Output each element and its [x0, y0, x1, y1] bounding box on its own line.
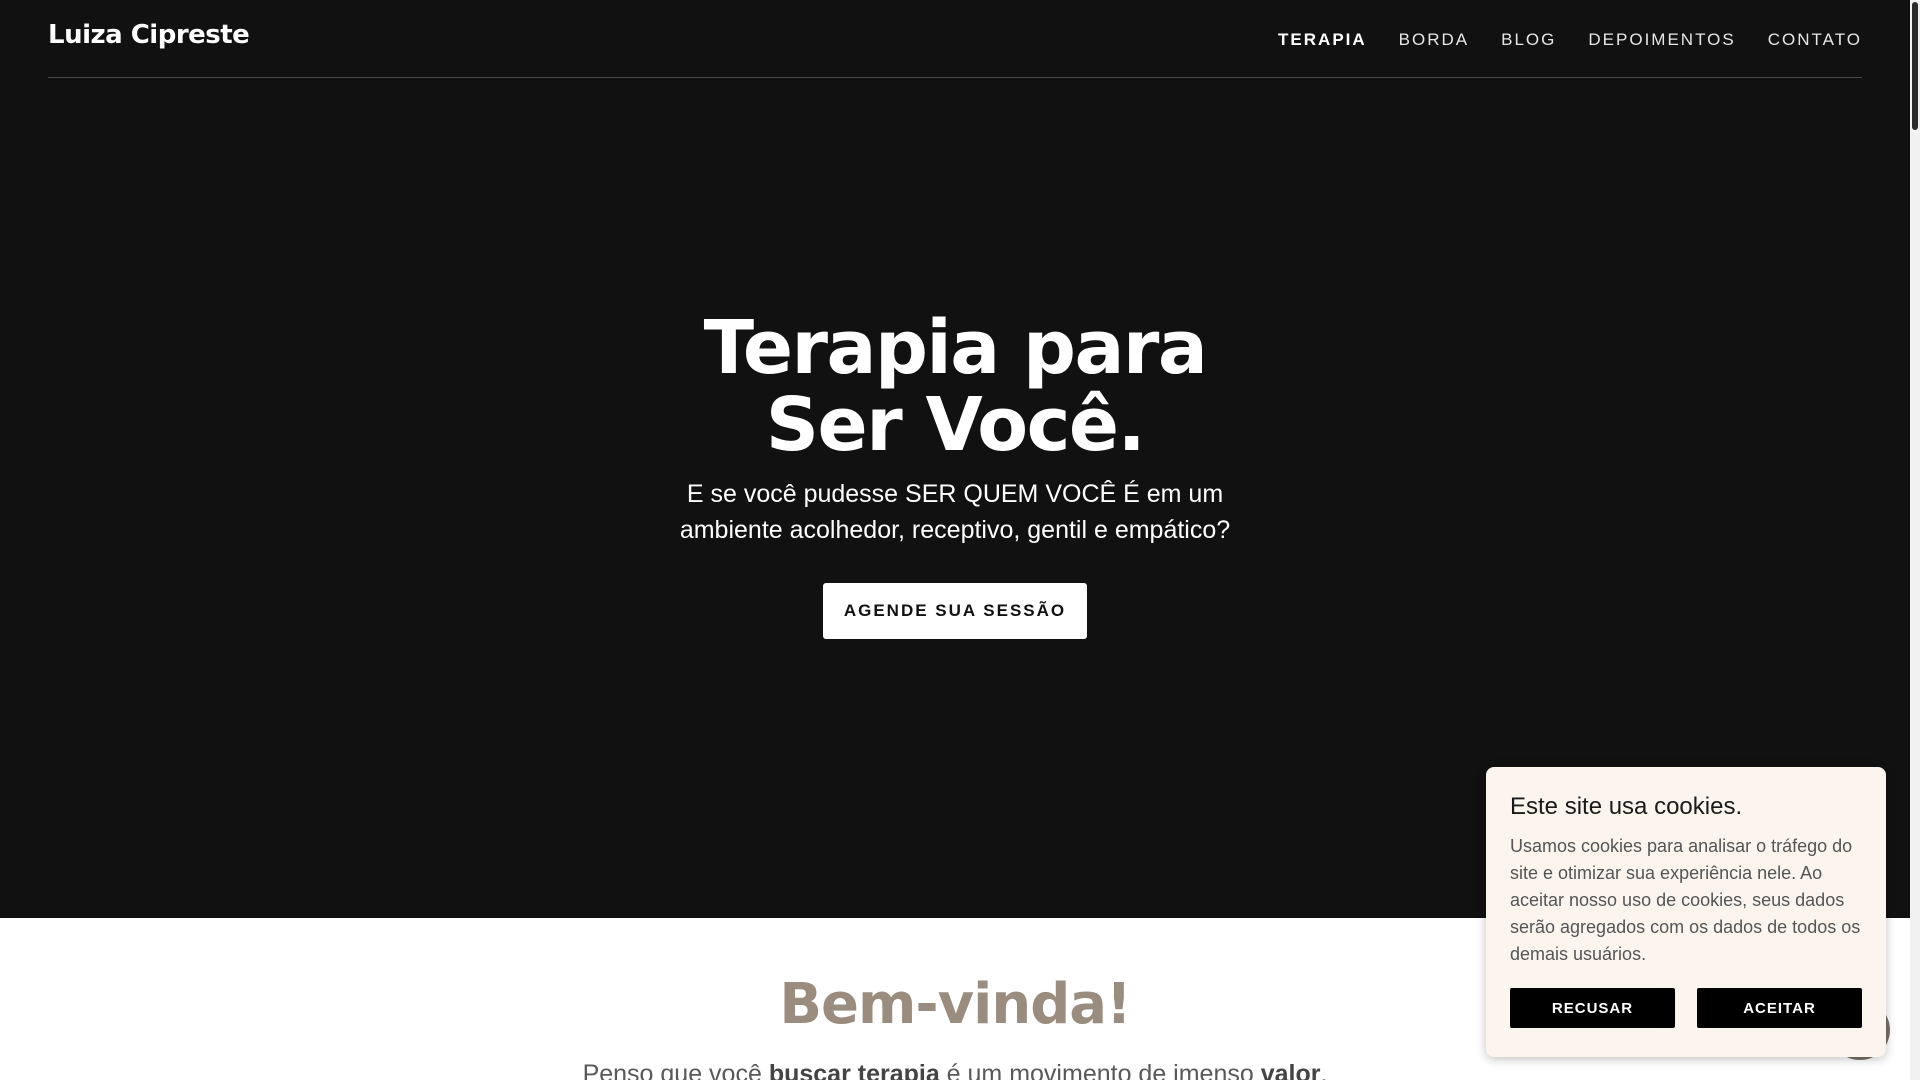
welcome-text-bold1: buscar terapia — [768, 1060, 940, 1080]
welcome-text-bold2: valor — [1260, 1060, 1321, 1080]
decline-cookies-button[interactable]: RECUSAR — [1510, 988, 1675, 1028]
hero-title-line2: Ser Você. — [765, 382, 1146, 468]
cookie-banner: Este site usa cookies. Usamos cookies pa… — [1486, 767, 1886, 1057]
hero-title-line1: Terapia para — [703, 305, 1208, 391]
cookie-banner-title: Este site usa cookies. — [1510, 793, 1743, 820]
nav-item-depoimentos[interactable]: DEPOIMENTOS — [1588, 30, 1735, 50]
site-header: Luiza Cipreste TERAPIA BORDA BLOG DEPOIM… — [48, 0, 1862, 78]
welcome-text-part1: Penso que você — [582, 1060, 769, 1080]
hero-title: Terapia para Ser Você. — [575, 310, 1335, 464]
page-scrollbar[interactable] — [1910, 0, 1920, 1080]
welcome-text: Penso que você buscar terapia é um movim… — [0, 1060, 1910, 1080]
hero-subtitle: E se você pudesse SER QUEM VOCÊ É em um … — [679, 480, 1231, 544]
accept-cookies-button[interactable]: ACEITAR — [1697, 988, 1862, 1028]
schedule-session-button[interactable]: AGENDE SUA SESSÃO — [823, 583, 1087, 639]
welcome-text-part2: é um movimento de imenso — [939, 1060, 1261, 1080]
hero-content: Terapia para Ser Você. E se você pudesse… — [0, 310, 1910, 639]
nav-item-blog[interactable]: BLOG — [1501, 30, 1556, 50]
cookie-banner-text: Usamos cookies para analisar o tráfego d… — [1510, 836, 1861, 964]
nav-item-terapia[interactable]: TERAPIA — [1278, 30, 1367, 50]
scrollbar-thumb[interactable] — [1912, 2, 1918, 130]
cookie-banner-actions: RECUSAR ACEITAR — [1510, 988, 1862, 1028]
welcome-text-part3: . — [1320, 1060, 1328, 1080]
site-logo[interactable]: Luiza Cipreste — [48, 20, 250, 50]
main-nav: TERAPIA BORDA BLOG DEPOIMENTOS CONTATO — [1278, 30, 1862, 50]
nav-item-contato[interactable]: CONTATO — [1768, 30, 1862, 50]
nav-item-borda[interactable]: BORDA — [1399, 30, 1469, 50]
